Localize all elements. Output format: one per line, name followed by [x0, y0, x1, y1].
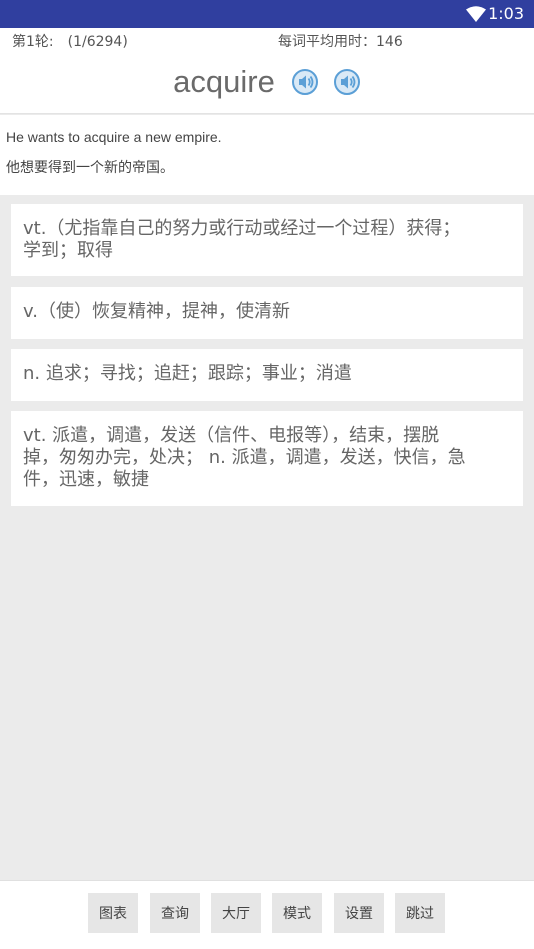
status-bar: 1:03 [0, 0, 534, 28]
average-time: 每词平均用时：146 [278, 34, 403, 50]
answer-option-2[interactable]: v.（使）恢复精神，提神，使清新 [11, 287, 523, 339]
target-word: acquire [173, 64, 275, 99]
word-header: 第1轮: (1/6294) 每词平均用时：146 acquire [0, 28, 534, 114]
example-sentence: He wants to acquire a new empire. 他想要得到一… [0, 115, 534, 195]
lookup-button[interactable]: 查询 [150, 893, 200, 933]
bottom-toolbar: 图表 查询 大厅 模式 设置 跳过 [0, 880, 534, 949]
answer-option-3[interactable]: n. 追求；寻找；追赶；跟踪；事业；消遣 [11, 349, 523, 401]
status-time: 1:03 [488, 4, 524, 23]
chart-button[interactable]: 图表 [88, 893, 138, 933]
answer-option-4[interactable]: vt. 派遣，调遣，发送（信件、电报等），结束，摆脱掉，匆匆办完，处决； n. … [11, 411, 523, 506]
speaker-icon-us[interactable] [333, 68, 361, 96]
example-chinese: 他想要得到一个新的帝国。 [6, 160, 174, 176]
word-row: acquire [0, 60, 534, 104]
answer-option-text: v.（使）恢复精神，提神，使清新 [23, 301, 290, 322]
answer-option-text: n. 追求；寻找；追赶；跟踪；事业；消遣 [23, 363, 352, 384]
mode-button[interactable]: 模式 [272, 893, 322, 933]
hall-button[interactable]: 大厅 [211, 893, 261, 933]
speaker-icon-uk[interactable] [291, 68, 319, 96]
wifi-icon [466, 6, 486, 22]
answer-option-text: vt. 派遣，调遣，发送（信件、电报等），结束，摆脱掉，匆匆办完，处决； n. … [23, 425, 466, 490]
example-english: He wants to acquire a new empire. [6, 129, 222, 145]
settings-button[interactable]: 设置 [334, 893, 384, 933]
round-progress: 第1轮: (1/6294) [12, 34, 128, 50]
answer-option-1[interactable]: vt.（尤指靠自己的努力或行动或经过一个过程）获得；学到；取得 [11, 204, 523, 276]
skip-button[interactable]: 跳过 [395, 893, 445, 933]
answer-option-text: vt.（尤指靠自己的努力或行动或经过一个过程）获得；学到；取得 [23, 218, 461, 261]
